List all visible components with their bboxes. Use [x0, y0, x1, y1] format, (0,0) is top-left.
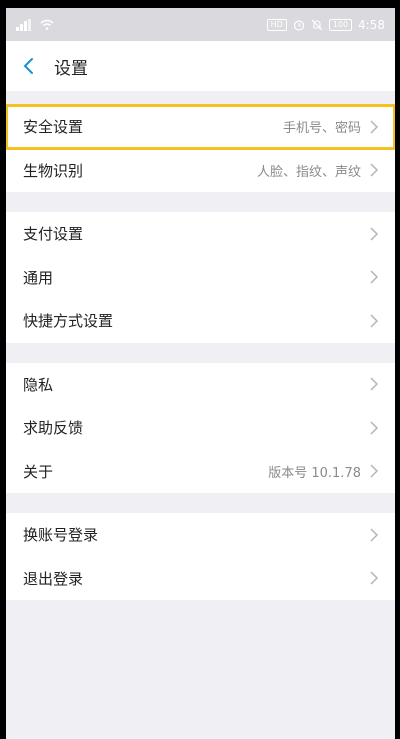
- chevron-right-icon: [369, 120, 379, 134]
- chevron-right-icon: [369, 421, 379, 435]
- chevron-right-icon: [369, 571, 379, 585]
- chevron-right-icon: [369, 314, 379, 328]
- signal-icon: [16, 18, 34, 31]
- wifi-icon: [40, 19, 54, 30]
- settings-item-label: 求助反馈: [23, 419, 84, 438]
- settings-item-label: 隐私: [23, 375, 54, 394]
- settings-item-privacy[interactable]: 隐私: [6, 363, 395, 407]
- alarm-icon: [293, 19, 305, 31]
- chevron-left-icon: [23, 58, 33, 74]
- nav-bar: 设置: [6, 41, 395, 91]
- version-value: 版本号 10.1.78: [268, 465, 361, 481]
- settings-item-label: 生物识别: [23, 161, 84, 180]
- battery-indicator: 100: [328, 18, 353, 31]
- settings-item-security[interactable]: 安全设置 手机号、密码: [6, 104, 395, 150]
- status-bar: HD 100 4:58: [6, 8, 395, 41]
- settings-item-label: 关于: [23, 462, 54, 481]
- chevron-right-icon: [369, 377, 379, 391]
- settings-group-login: 换账号登录 退出登录: [6, 513, 395, 600]
- chevron-right-icon: [369, 227, 379, 241]
- settings-item-general[interactable]: 通用: [6, 256, 395, 300]
- settings-item-payment[interactable]: 支付设置: [6, 212, 395, 256]
- settings-item-biometrics[interactable]: 生物识别 人脸、指纹、声纹: [6, 149, 395, 193]
- chevron-right-icon: [369, 270, 379, 284]
- settings-item-label: 支付设置: [23, 225, 84, 244]
- settings-group-about: 隐私 求助反馈 关于 版本号 10.1.78: [6, 362, 395, 494]
- settings-item-value: 手机号、密码: [282, 121, 361, 137]
- settings-item-logout[interactable]: 退出登录: [6, 557, 395, 601]
- settings-item-switch-account[interactable]: 换账号登录: [6, 513, 395, 557]
- mute-icon: [311, 19, 323, 31]
- settings-group-general: 支付设置 通用 快捷方式设置: [6, 212, 395, 343]
- settings-item-help-feedback[interactable]: 求助反馈: [6, 406, 395, 450]
- settings-group-account-security: 安全设置 手机号、密码 生物识别 人脸、指纹、声纹: [6, 104, 395, 193]
- settings-item-label: 通用: [23, 268, 54, 287]
- settings-item-label: 退出登录: [23, 569, 84, 588]
- chevron-right-icon: [369, 464, 379, 478]
- chevron-right-icon: [369, 163, 379, 177]
- settings-item-about[interactable]: 关于 版本号 10.1.78: [6, 450, 395, 494]
- status-time: 4:58: [358, 17, 385, 32]
- settings-item-label: 换账号登录: [23, 526, 99, 545]
- settings-item-label: 安全设置: [23, 118, 84, 137]
- settings-item-label: 快捷方式设置: [23, 312, 114, 331]
- chevron-right-icon: [369, 528, 379, 542]
- back-button[interactable]: [22, 54, 42, 78]
- settings-screen: HD 100 4:58 设置 安全设置 手机号、密码 生物识别 人脸、指纹、声纹…: [6, 8, 395, 739]
- page-title: 设置: [54, 58, 88, 79]
- hd-badge: HD: [266, 18, 287, 31]
- settings-item-shortcuts[interactable]: 快捷方式设置: [6, 299, 395, 343]
- settings-item-value: 人脸、指纹、声纹: [256, 164, 361, 180]
